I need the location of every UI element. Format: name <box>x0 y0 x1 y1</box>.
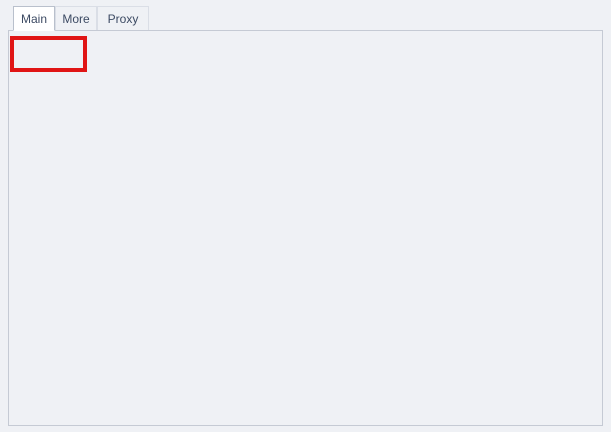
main-tab-panel <box>8 30 603 426</box>
tab-more[interactable]: More <box>55 6 97 31</box>
tab-more-label: More <box>62 12 89 26</box>
tab-proxy[interactable]: Proxy <box>97 6 149 31</box>
tab-main-label: Main <box>21 12 47 26</box>
tab-main[interactable]: Main <box>13 6 55 31</box>
tab-proxy-label: Proxy <box>108 12 139 26</box>
http-request-settings-window: Main More Proxy Delete www URL http://lo… <box>0 0 611 432</box>
